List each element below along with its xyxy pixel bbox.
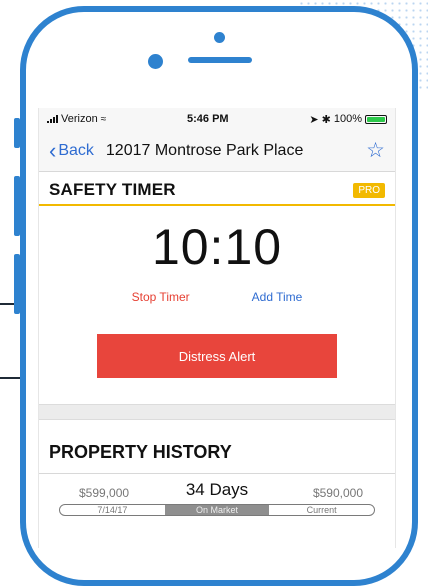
timeline-on-market: On Market: [164, 505, 270, 515]
end-price: $590,000: [312, 486, 363, 500]
navigation-bar: ‹ Back 12017 Montrose Park Place ☆: [39, 130, 395, 172]
back-label: Back: [58, 141, 94, 159]
timer-actions: Stop Timer Add Time: [39, 290, 395, 304]
chevron-left-icon: ‹: [49, 137, 57, 163]
status-time: 5:46 PM: [187, 113, 229, 125]
back-button[interactable]: ‹ Back: [49, 137, 94, 163]
status-right: ➤ ✱ 100%: [309, 113, 387, 126]
timeline-bar: 7/14/17 On Market Current: [59, 504, 375, 516]
front-camera: [214, 32, 225, 43]
section-divider: [39, 404, 395, 420]
timeline-current: Current: [306, 505, 337, 515]
front-sensor: [148, 54, 163, 69]
safety-timer-title: SAFETY TIMER: [49, 180, 176, 199]
signal-icon: [47, 115, 58, 123]
earpiece-speaker: [188, 57, 252, 63]
property-history-timeline: $599,000 34 Days $590,000 7/14/17 On Mar…: [51, 474, 383, 534]
status-left: Verizon ≈: [47, 113, 106, 125]
battery-percent: 100%: [333, 113, 362, 125]
bluetooth-icon: ✱: [321, 113, 331, 126]
app-screen: Verizon ≈ 5:46 PM ➤ ✱ 100% ‹ Back 12017 …: [38, 108, 396, 548]
page-title: 12017 Montrose Park Place: [105, 141, 304, 159]
wifi-icon: ≈: [100, 113, 107, 125]
status-bar: Verizon ≈ 5:46 PM ➤ ✱ 100%: [39, 108, 395, 130]
safety-timer-header: SAFETY TIMER PRO: [39, 172, 395, 206]
pro-badge: PRO: [353, 182, 385, 198]
timeline-start-date: 7/14/17: [97, 505, 128, 515]
start-price: $599,000: [79, 486, 130, 500]
days-on-market: 34 Days: [185, 480, 249, 499]
battery-icon: [364, 114, 387, 124]
battery-fill: [366, 116, 385, 122]
carrier-label: Verizon: [61, 113, 98, 125]
stop-timer-button[interactable]: Stop Timer: [132, 290, 190, 304]
property-history-title: PROPERTY HISTORY: [39, 420, 395, 474]
add-time-button[interactable]: Add Time: [252, 290, 303, 304]
distress-alert-button[interactable]: Distress Alert: [97, 334, 337, 378]
location-icon: ➤: [309, 113, 319, 126]
star-outline-icon[interactable]: ☆: [366, 138, 385, 163]
timer-display: 10:10: [151, 219, 283, 275]
